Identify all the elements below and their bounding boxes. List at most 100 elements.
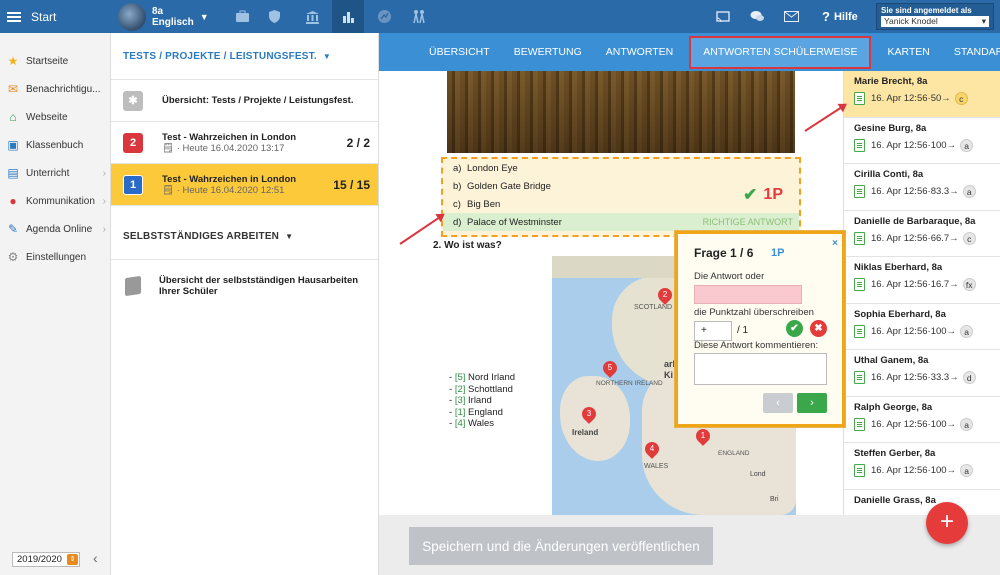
chat-icon[interactable] (748, 0, 766, 33)
map-pin[interactable]: 4 (642, 439, 662, 459)
overview-row[interactable]: ✱ Übersicht: Tests / Projekte / Leistung… (111, 79, 378, 121)
sidebar-item[interactable]: ⚙ Einstellungen (0, 243, 110, 271)
student-name: Ralph George, 8a (854, 401, 933, 413)
sidebar-item[interactable]: ⌂ Webseite (0, 103, 110, 131)
student-result: 16. Apr 12:56 · 100 → a (854, 417, 1000, 431)
legend-label: England (468, 406, 503, 418)
legend-num: [3] (454, 395, 466, 406)
tab[interactable]: ÜBERSICHT (417, 33, 502, 71)
student-date: 16. Apr 12:56 (871, 93, 928, 104)
sidebar-item-label: Unterricht (26, 167, 70, 179)
legend-num: [4] (454, 418, 466, 429)
chart-circle-icon[interactable] (368, 0, 400, 33)
school-year-select[interactable]: 2019/2020 ⇕ (12, 552, 80, 567)
class-selector[interactable]: 8a Englisch ▼ (118, 2, 209, 31)
legend-item: - [4] Wales (449, 418, 495, 429)
student-row[interactable]: Sophia Eberhard, 8a 16. Apr 12:56 · 100 →… (844, 304, 1000, 350)
arrow-right-icon: → (946, 139, 957, 151)
answer-input[interactable] (694, 285, 802, 304)
comment-input[interactable] (694, 353, 827, 385)
student-date: 16. Apr 12:56 (871, 186, 928, 197)
help-button[interactable]: ? Hilfe (822, 0, 858, 33)
sidebar-item[interactable]: ▤ Unterricht › (0, 159, 110, 187)
tab[interactable]: STANDARDS (942, 33, 1000, 71)
student-row[interactable]: Danielle de Barbaraque, 8a 16. Apr 12:56 … (844, 211, 1000, 257)
tab[interactable]: KARTEN (875, 33, 941, 71)
briefcase-icon[interactable] (226, 0, 258, 33)
user-select[interactable]: Yanick Knodel ▾ (881, 16, 989, 27)
map-legend: - [5] Nord Irland - [2] Schottland - [3]… (449, 372, 515, 430)
student-row[interactable]: Uthal Ganem, 8a 16. Apr 12:56 · 33.3 → d (844, 350, 1000, 397)
shield-icon[interactable] (258, 0, 290, 33)
close-icon[interactable]: × (832, 238, 838, 249)
student-result: 16. Apr 12:56 · 16.7 → fx (854, 278, 1000, 291)
test-row[interactable]: 2 Test - Wahrzeichen in London 🗒 · Heute… (111, 121, 378, 163)
save-publish-button[interactable]: Speichern und die Änderungen veröffentli… (409, 527, 713, 565)
student-name: Uthal Ganem, 8a (854, 355, 929, 366)
prev-button[interactable]: ‹ (763, 393, 793, 413)
student-row[interactable]: Gesine Burg, 8a 16. Apr 12:56 · 100 → a (844, 118, 1000, 164)
sidebar-item[interactable]: ● Kommunikation › (0, 187, 110, 215)
answer-letter: a) (453, 162, 462, 174)
people-icon[interactable] (403, 0, 435, 33)
student-row[interactable]: Niklas Eberhard, 8a 16. Apr 12:56 · 16.7 … (844, 257, 1000, 304)
tab[interactable]: ANTWORTEN (594, 33, 685, 71)
student-date: 16. Apr 12:56 (871, 279, 928, 290)
pin-number: 2 (662, 290, 668, 299)
homework-overview-row[interactable]: Übersicht der selbstständigen Hausarbeit… (111, 259, 378, 311)
tab[interactable]: ANTWORTEN SCHÜLERWEISE (689, 35, 872, 69)
map-label: ENGLAND (718, 450, 750, 457)
student-result: 16. Apr 12:56 · 33.3 → d (854, 371, 1000, 384)
westminster-photo (447, 71, 795, 153)
student-row[interactable]: Danielle Grass, 8a (844, 490, 1000, 516)
map-pin[interactable]: 2 (655, 285, 675, 305)
sidebar-item[interactable]: ✉ Benachrichtigu... (0, 75, 110, 103)
overview-label: Übersicht: Tests / Projekte / Leistungsf… (162, 95, 354, 106)
test-title: Test - Wahrzeichen in London (162, 131, 297, 143)
student-row[interactable]: Ralph George, 8a 16. Apr 12:56 · 100 → a (844, 397, 1000, 443)
student-row[interactable]: Marie Brecht, 8a 16. Apr 12:56 · 50 → c (844, 71, 1000, 118)
student-result: 16. Apr 12:56 · 100 → a (854, 138, 1000, 152)
next-button[interactable]: › (797, 393, 827, 413)
sidebar-item[interactable]: ★ Startseite (0, 47, 110, 75)
answer-text: Big Ben (467, 198, 501, 210)
add-fab-button[interactable]: + (926, 502, 968, 544)
legend-label: Wales (468, 418, 495, 429)
mail-icon[interactable] (782, 0, 800, 33)
self-work-section-header[interactable]: SELBSTSTÄNDIGES ARBEITEN ▼ (111, 225, 378, 247)
student-name: Danielle Grass, 8a (854, 494, 936, 506)
building-icon[interactable] (296, 0, 328, 33)
reject-button[interactable]: ✖ (810, 320, 827, 337)
map-pin[interactable]: 1 (693, 426, 713, 446)
test-badge: 1 (123, 174, 143, 195)
sidebar-item[interactable]: ✎ Agenda Online › (0, 215, 110, 243)
sidebar-item[interactable]: ▣ Klassenbuch (0, 131, 110, 159)
test-row-selected[interactable]: 1 Test - Wahrzeichen in London 🗒 · Heute… (111, 163, 378, 205)
student-score: 66.7 (930, 232, 950, 244)
home-icon: ⌂ (9, 110, 17, 124)
tab[interactable]: BEWERTUNG (502, 33, 594, 71)
start-menu-button[interactable]: Start (0, 0, 111, 33)
pin-number: 5 (607, 363, 613, 372)
tests-section-header[interactable]: TESTS / PROJEKTE / LEISTUNGSFEST. ▼ (111, 33, 378, 79)
student-row[interactable]: Steffen Gerber, 8a 16. Apr 12:56 · 100 → a (844, 443, 1000, 490)
confirm-button[interactable]: ✔ (786, 320, 803, 337)
map-label: Ireland (572, 428, 599, 437)
chevron-down-icon: ▼ (285, 231, 294, 241)
arrow-right-icon: → (946, 418, 957, 430)
student-row[interactable]: Cirilla Conti, 8a 16. Apr 12:56 · 83.3 → a (844, 164, 1000, 211)
map-pin[interactable]: 5 (600, 358, 620, 378)
collapse-sidebar-icon[interactable]: ‹ (93, 550, 98, 566)
popup-points: 1P (771, 247, 785, 259)
chart-icon[interactable] (332, 0, 364, 33)
score-input[interactable]: + (694, 321, 732, 341)
cast-icon[interactable] (714, 0, 732, 33)
student-score: 16.7 (930, 279, 950, 290)
student-score: 100 (930, 325, 947, 337)
student-date: 16. Apr 12:56 (871, 418, 928, 430)
document-icon (854, 185, 865, 198)
user-box[interactable]: Sie sind angemeldet als Yanick Knodel ▾ (876, 3, 994, 30)
map-pin[interactable]: 3 (579, 404, 599, 424)
sidebar-item-label: Startseite (26, 55, 69, 67)
correct-answer-tag: RICHTIGE ANTWORT (702, 217, 793, 227)
